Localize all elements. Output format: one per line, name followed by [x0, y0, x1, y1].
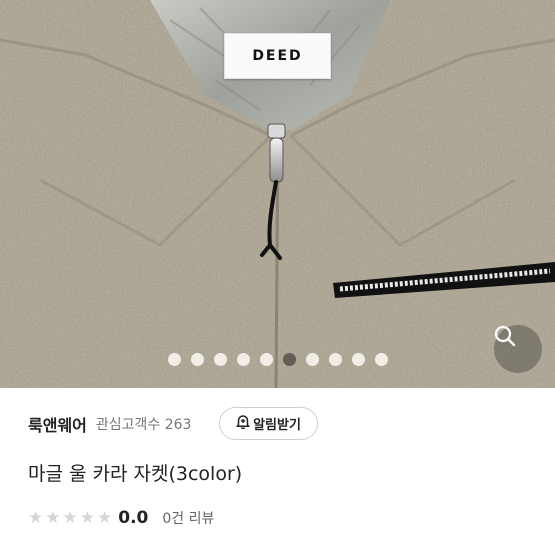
- gallery-dot[interactable]: [306, 353, 319, 366]
- gallery-dot[interactable]: [214, 353, 227, 366]
- bell-plus-icon: [236, 414, 250, 433]
- notify-button[interactable]: 알림받기: [219, 407, 318, 440]
- store-info: 룩앤웨어 관심고객수 263: [28, 406, 191, 442]
- star-icon: ★: [97, 507, 113, 528]
- gallery-dot[interactable]: [260, 353, 273, 366]
- brand-label: DEED: [224, 33, 331, 79]
- rating-row: ★ ★ ★ ★ ★ 0.0 0건 리뷰: [28, 508, 214, 528]
- gallery-pagination[interactable]: [168, 353, 388, 366]
- product-title: 마글 울 카라 자켓(3color): [28, 463, 243, 485]
- star-icon: ★: [62, 507, 78, 528]
- review-count[interactable]: 0건 리뷰: [162, 508, 214, 528]
- rating-score: 0.0: [118, 508, 149, 528]
- gallery-dot[interactable]: [191, 353, 204, 366]
- favorites-count: 관심고객수 263: [95, 417, 192, 433]
- gallery-dot[interactable]: [237, 353, 250, 366]
- store-name[interactable]: 룩앤웨어: [28, 412, 87, 436]
- gallery-dot[interactable]: [352, 353, 365, 366]
- gallery-dot[interactable]: [329, 353, 342, 366]
- star-icon: ★: [28, 507, 44, 528]
- rating-stars: ★ ★ ★ ★ ★: [28, 507, 113, 528]
- star-icon: ★: [79, 507, 95, 528]
- gallery-dot[interactable]: [283, 353, 296, 366]
- product-image[interactable]: DEED: [0, 0, 555, 388]
- notify-label: 알림받기: [253, 418, 301, 433]
- gallery-dot[interactable]: [168, 353, 181, 366]
- star-icon: ★: [45, 507, 61, 528]
- zoom-button[interactable]: [494, 325, 542, 373]
- gallery-dot[interactable]: [375, 353, 388, 366]
